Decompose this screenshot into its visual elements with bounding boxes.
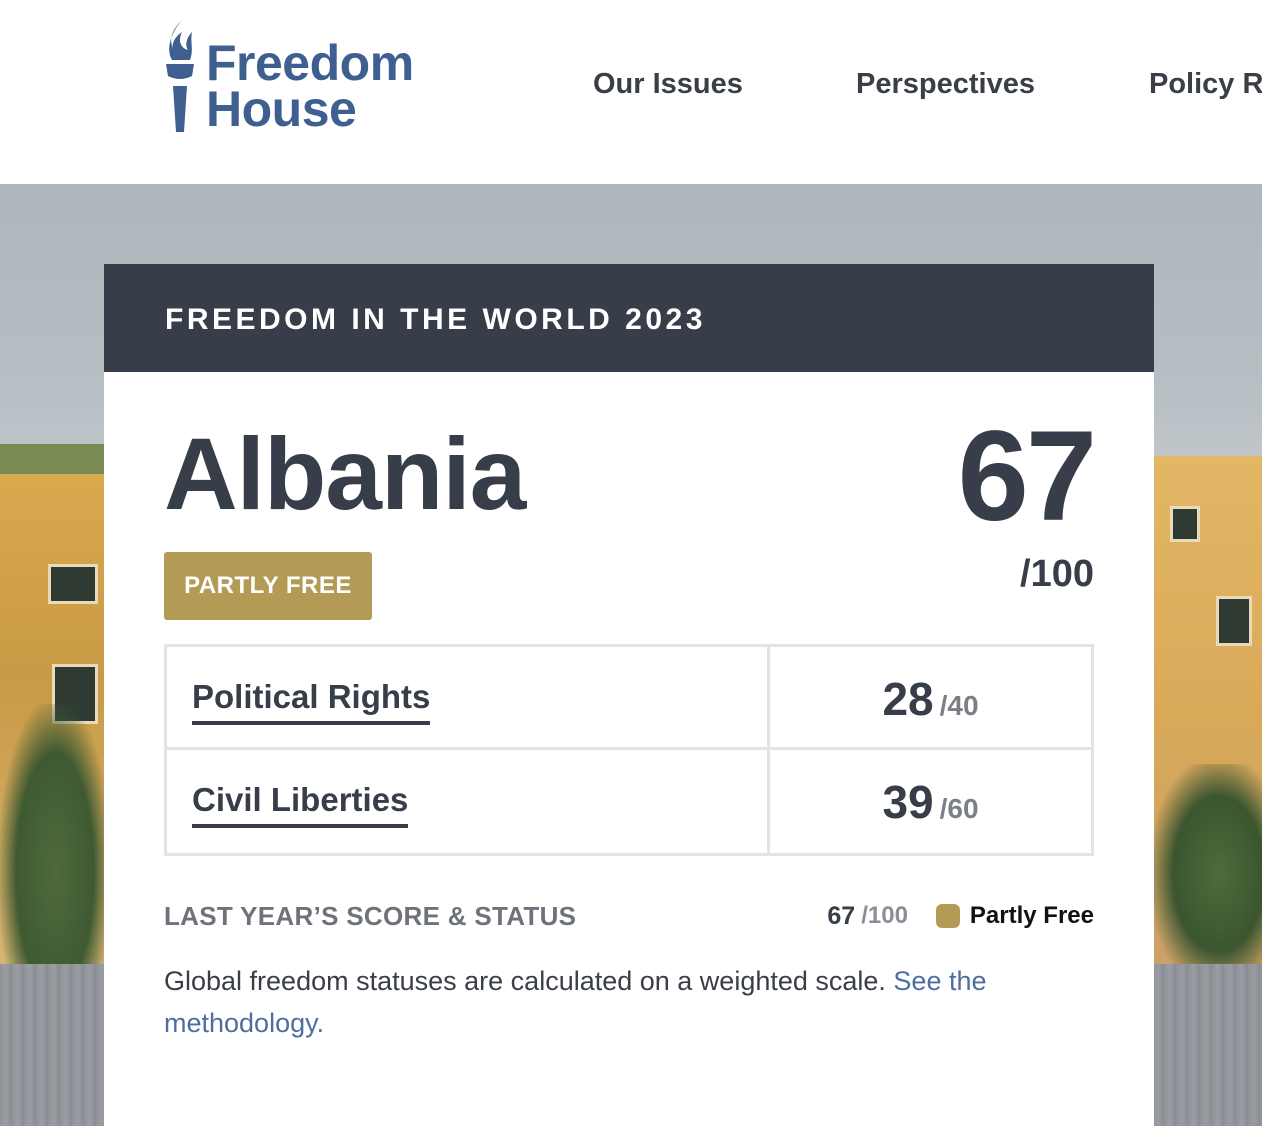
logo-wordmark: Freedom House — [206, 35, 414, 137]
site-header: Freedom House Our Issues Perspectives Po… — [0, 0, 1262, 184]
logo-line-1: Freedom — [206, 35, 414, 91]
nav-policy-recommendations[interactable]: Policy Re — [1149, 64, 1262, 104]
last-year-summary: 67 /100 Partly Free — [827, 900, 1094, 932]
civil-liberties-link[interactable]: Civil Liberties — [192, 780, 409, 828]
freedom-house-logo[interactable]: Freedom House — [164, 20, 414, 134]
building-window — [1170, 506, 1200, 542]
status-dot-icon — [935, 904, 960, 928]
category-label-cell: Civil Liberties — [167, 750, 770, 853]
nav-our-issues[interactable]: Our Issues — [593, 64, 743, 104]
civil-liberties-score: 39 — [882, 776, 934, 828]
last-year-score-max: /100 — [861, 902, 908, 929]
right-trees — [1154, 764, 1262, 984]
category-score-cell: 39/60 — [770, 750, 1091, 853]
category-score-cell: 28/40 — [770, 647, 1091, 747]
nav-perspectives[interactable]: Perspectives — [856, 64, 1035, 104]
country-name: Albania — [164, 417, 526, 531]
political-rights-max: /40 — [939, 690, 979, 721]
score-value: 28/40 — [770, 673, 1091, 725]
last-year-status: Partly Free — [969, 902, 1094, 929]
country-score-card: FREEDOM IN THE WORLD 2023 Albania PARTLY… — [104, 264, 1154, 1126]
total-score-max: /100 — [1020, 553, 1094, 595]
table-row: Civil Liberties 39/60 — [167, 750, 1091, 853]
methodology-text: Global freedom statuses are calculated o… — [164, 966, 894, 996]
building-window — [1216, 596, 1252, 646]
score-value: 39/60 — [770, 776, 1091, 828]
category-scores-table: Political Rights 28/40 Civil Liberties 3… — [164, 644, 1094, 856]
report-title: FREEDOM IN THE WORLD 2023 — [165, 303, 706, 336]
political-rights-link[interactable]: Political Rights — [192, 677, 431, 725]
methodology-note: Global freedom statuses are calculated o… — [164, 960, 1064, 1044]
total-score: 67 — [957, 405, 1097, 548]
card-banner: FREEDOM IN THE WORLD 2023 — [104, 264, 1154, 372]
torch-icon — [166, 20, 194, 132]
table-row: Political Rights 28/40 — [167, 647, 1091, 750]
building-window — [48, 564, 98, 604]
status-badge: PARTLY FREE — [164, 552, 372, 620]
logo-line-2: House — [206, 81, 357, 137]
category-label-cell: Political Rights — [167, 647, 770, 747]
left-trees — [0, 704, 110, 984]
last-year-score: 67 — [827, 901, 856, 930]
civil-liberties-max: /60 — [939, 793, 979, 824]
political-rights-score: 28 — [882, 673, 934, 725]
last-year-label: LAST YEAR’S SCORE & STATUS — [164, 901, 577, 931]
